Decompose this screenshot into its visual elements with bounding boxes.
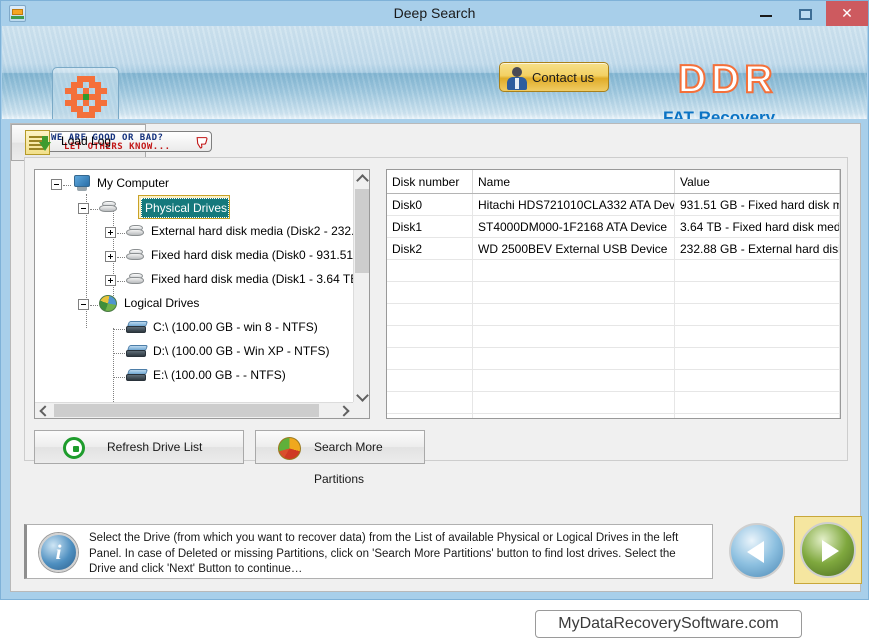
- load-log-label: Load Log: [61, 134, 112, 148]
- cell-value: 3.64 TB - Fixed hard disk media: [674, 215, 840, 238]
- scrollbar-thumb[interactable]: [54, 404, 319, 417]
- scrollbar-corner: [353, 402, 369, 418]
- instruction-panel: i Select the Drive (from which you want …: [24, 524, 713, 579]
- table-row[interactable]: Disk0 Hitachi HDS721010CLA332 ATA Device…: [387, 193, 840, 216]
- column-header-name[interactable]: Name: [472, 170, 675, 194]
- tree-vertical-scrollbar[interactable]: [353, 170, 369, 404]
- brand-subtitle: FAT Recovery: [663, 108, 776, 119]
- scrollbar-thumb[interactable]: [355, 189, 369, 273]
- selected-tree-node[interactable]: Physical Drives: [138, 195, 230, 219]
- drive-icon: [126, 321, 149, 334]
- column-header-disk-number[interactable]: Disk number: [387, 170, 473, 194]
- tree-node-label: Fixed hard disk media (Disk0 - 931.51 GB…: [151, 248, 370, 262]
- drive-icon: [126, 369, 149, 382]
- person-avatar-icon: [506, 66, 528, 90]
- computer-icon: [72, 175, 91, 192]
- tree-node-label: E:\ (100.00 GB - - NTFS): [153, 368, 286, 382]
- collapse-expander-icon[interactable]: [78, 203, 89, 214]
- information-icon: i: [39, 533, 78, 572]
- table-row-empty: [387, 413, 840, 418]
- title-bar: Deep Search ✕: [1, 1, 868, 26]
- contact-us-label: Contact us: [532, 70, 595, 85]
- table-row-empty: [387, 391, 840, 414]
- refresh-drive-list-label: Refresh Drive List: [107, 440, 203, 454]
- application-window: Deep Search ✕ Contact us DDR FAT Recover…: [0, 0, 869, 600]
- disk-stack-icon: [126, 249, 146, 262]
- disk-stack-icon: [99, 201, 119, 214]
- column-header-value[interactable]: Value: [674, 170, 840, 194]
- cell-name: WD 2500BEV External USB Device: [472, 237, 675, 260]
- scroll-left-button[interactable]: [35, 403, 52, 418]
- thumbs-down-icon: [196, 137, 208, 149]
- expand-expander-icon[interactable]: [105, 275, 116, 286]
- document-download-icon: [25, 130, 51, 155]
- tree-node-label: Logical Drives: [124, 296, 200, 310]
- table-row-empty: [387, 281, 840, 304]
- cell-value: 232.88 GB - External hard disk …: [674, 237, 840, 260]
- minimize-button[interactable]: [746, 1, 786, 26]
- expand-expander-icon[interactable]: [105, 227, 116, 238]
- info-glyph: i: [55, 540, 62, 564]
- checkerboard-logo-icon: [52, 67, 119, 119]
- watermark: MyDataRecoverySoftware.com: [535, 610, 802, 638]
- drive-icon: [126, 345, 149, 358]
- logical-drives-icon: [99, 295, 117, 312]
- header-banner: Contact us DDR FAT Recovery: [2, 26, 867, 119]
- next-arrow-icon: [822, 540, 839, 562]
- feedback-banner[interactable]: WE ARE GOOD OR BAD? LET OTHERS KNOW...: [31, 131, 212, 152]
- scroll-right-button[interactable]: [336, 403, 353, 418]
- pie-chart-icon: [278, 437, 301, 460]
- expand-expander-icon[interactable]: [105, 251, 116, 262]
- previous-button[interactable]: [729, 523, 785, 579]
- refresh-circular-arrows-icon: [63, 437, 85, 459]
- collapse-expander-icon[interactable]: [51, 179, 62, 190]
- close-button[interactable]: ✕: [826, 1, 868, 26]
- cell-value: 931.51 GB - Fixed hard disk media: [674, 193, 840, 216]
- table-row[interactable]: Disk2 WD 2500BEV External USB Device 232…: [387, 237, 840, 260]
- instruction-text: Select the Drive (from which you want to…: [89, 532, 679, 575]
- disk-stack-icon: [126, 273, 146, 286]
- table-row-empty: [387, 303, 840, 326]
- cell-disk-number: Disk0: [387, 193, 473, 216]
- cell-disk-number: Disk2: [387, 237, 473, 260]
- drive-tree[interactable]: My Computer Physical Drives External har…: [34, 169, 370, 419]
- cell-name: ST4000DM000-1F2168 ATA Device: [472, 215, 675, 238]
- table-row-empty: [387, 325, 840, 348]
- cell-disk-number: Disk1: [387, 215, 473, 238]
- tree-horizontal-scrollbar[interactable]: [35, 402, 369, 418]
- search-more-partitions-label: Search More Partitions: [314, 440, 383, 486]
- scroll-up-button[interactable]: [354, 170, 369, 187]
- tree-node-label: External hard disk media (Disk2 - 232.88…: [151, 224, 370, 238]
- table-row-empty: [387, 259, 840, 282]
- next-button-frame: [794, 516, 862, 584]
- next-button[interactable]: [800, 522, 856, 578]
- refresh-drive-list-button[interactable]: Refresh Drive List: [34, 430, 244, 464]
- maximize-button[interactable]: [786, 1, 826, 26]
- previous-arrow-icon: [747, 541, 764, 563]
- disk-details-table[interactable]: Disk number Name Value Disk0 Hitachi HDS…: [386, 169, 841, 419]
- collapse-expander-icon[interactable]: [78, 299, 89, 310]
- table-row[interactable]: Disk1 ST4000DM000-1F2168 ATA Device 3.64…: [387, 215, 840, 238]
- drive-selection-group: My Computer Physical Drives External har…: [24, 157, 848, 486]
- close-icon: ✕: [841, 5, 853, 21]
- table-row-empty: [387, 369, 840, 392]
- tree-node-label: D:\ (100.00 GB - Win XP - NTFS): [153, 344, 330, 358]
- contact-us-button[interactable]: Contact us: [499, 62, 609, 92]
- tree-node-label: My Computer: [97, 176, 170, 190]
- tree-node-label: C:\ (100.00 GB - win 8 - NTFS): [153, 320, 318, 334]
- search-more-partitions-button[interactable]: Search More Partitions: [255, 430, 425, 486]
- window-title: Deep Search: [393, 5, 476, 21]
- tree-node-label: Fixed hard disk media (Disk1 - 3.64 TB): [151, 272, 363, 286]
- disk-stack-icon: [126, 225, 146, 238]
- cell-name: Hitachi HDS721010CLA332 ATA Device: [472, 193, 675, 216]
- tree-node-label: Physical Drives: [145, 201, 228, 215]
- brand-logo-text: DDR: [677, 57, 778, 102]
- main-content-area: WE ARE GOOD OR BAD? LET OTHERS KNOW... M…: [10, 123, 862, 592]
- table-header-row: Disk number Name Value: [387, 170, 840, 194]
- table-row-empty: [387, 347, 840, 370]
